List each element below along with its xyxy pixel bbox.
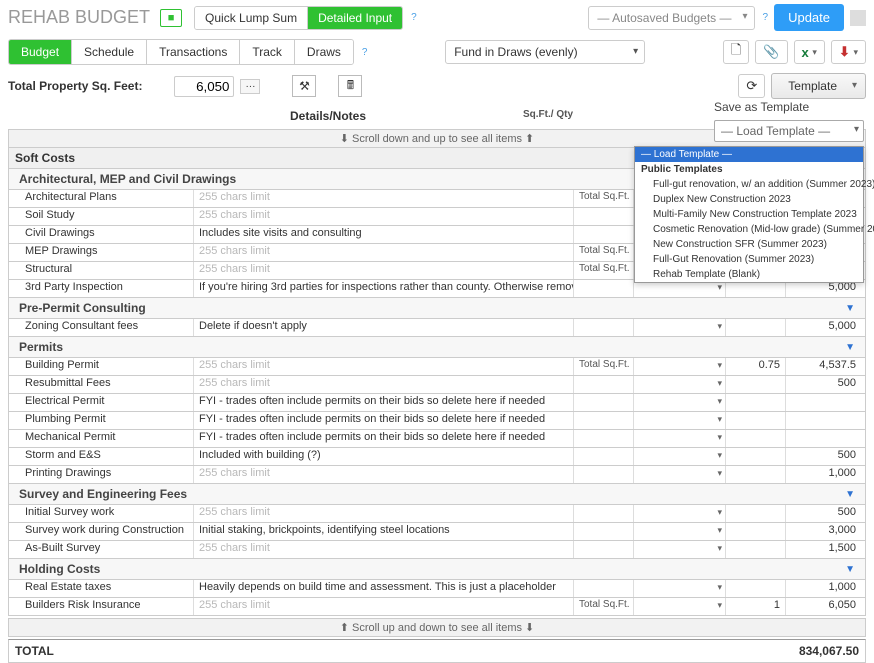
tab-transactions[interactable]: Transactions (147, 40, 240, 64)
col-details: Details/Notes (198, 109, 458, 123)
subsection-permits[interactable]: Permits ▼ (8, 337, 866, 358)
tab-schedule[interactable]: Schedule (72, 40, 147, 64)
help-icon[interactable]: ? (411, 12, 417, 23)
chevron-down-icon[interactable]: ▼ (845, 303, 855, 314)
row-unit: Total Sq.Ft. (574, 190, 634, 207)
main-nav-tabs: Budget Schedule Transactions Track Draws (8, 39, 354, 65)
subsection-survey[interactable]: Survey and Engineering Fees ▼ (8, 484, 866, 505)
subsection-prepermit[interactable]: Pre-Permit Consulting ▼ (8, 298, 866, 319)
dropdown-item[interactable]: Rehab Template (Blank) (635, 267, 863, 282)
load-template-select[interactable]: — Load Template — (714, 120, 864, 142)
total-row: TOTAL 834,067.50 (8, 639, 866, 663)
table-row: Builders Risk Insurance 255 chars limit … (8, 598, 866, 616)
dropdown-header-public: Public Templates (635, 162, 863, 177)
template-button[interactable]: Template (771, 73, 866, 99)
calculator-icon[interactable]: 🖩 (338, 75, 362, 97)
save-template-panel: Save as Template — Load Template — (714, 100, 864, 142)
subsection-holding[interactable]: Holding Costs ▼ (8, 559, 866, 580)
total-label: TOTAL (15, 644, 54, 658)
dropdown-item-selected[interactable]: — Load Template — (635, 147, 863, 162)
table-row: Resubmittal Fees 255 chars limit 500 (8, 376, 866, 394)
dropdown-item[interactable]: Duplex New Construction 2023 (635, 192, 863, 207)
chevron-down-icon[interactable]: ▼ (845, 489, 855, 500)
help-icon[interactable]: ? (763, 12, 769, 23)
total-sqft-input[interactable] (174, 76, 234, 97)
table-row: Initial Survey work 255 chars limit 500 (8, 505, 866, 523)
video-icon[interactable]: ■ (160, 9, 182, 27)
table-row: Building Permit 255 chars limit Total Sq… (8, 358, 866, 376)
table-row: Storm and E&S Included with building (?)… (8, 448, 866, 466)
scroll-hint-bottom: ⬆ Scroll up and down to see all items ⬇ (8, 618, 866, 637)
excel-export-icon[interactable]: x ▾ (794, 40, 825, 64)
help-icon[interactable]: ? (362, 47, 368, 58)
tab-draws[interactable]: Draws (295, 40, 353, 64)
sqft-edit-button[interactable]: ··· (240, 79, 260, 94)
dropdown-item[interactable]: Full-gut renovation, w/ an addition (Sum… (635, 177, 863, 192)
table-row: Electrical Permit FYI - trades often inc… (8, 394, 866, 412)
dropdown-item[interactable]: New Construction SFR (Summer 2023) (635, 237, 863, 252)
dropdown-item[interactable]: Cosmetic Renovation (Mid-low grade) (Sum… (635, 222, 863, 237)
dropdown-item[interactable]: Full-Gut Renovation (Summer 2023) (635, 252, 863, 267)
row-name[interactable]: Architectural Plans (9, 190, 194, 207)
save-template-label: Save as Template (714, 100, 864, 114)
chevron-down-icon[interactable]: ▼ (845, 342, 855, 353)
table-row: Zoning Consultant fees Delete if doesn't… (8, 319, 866, 337)
table-row: Survey work during Construction Initial … (8, 523, 866, 541)
total-sqft-label: Total Property Sq. Feet: (8, 79, 142, 93)
refresh-icon[interactable]: ⟳ (738, 74, 765, 98)
tab-track[interactable]: Track (240, 40, 295, 64)
col-sqftqty: Sq.Ft./ Qty (458, 109, 638, 123)
new-page-icon[interactable]: 🗋 (723, 40, 749, 64)
dropdown-item[interactable]: Multi-Family New Construction Template 2… (635, 207, 863, 222)
table-row: As-Built Survey 255 chars limit 1,500 (8, 541, 866, 559)
table-row: Plumbing Permit FYI - trades often inclu… (8, 412, 866, 430)
chevron-down-icon[interactable]: ▼ (845, 564, 855, 575)
tab-quick-lump-sum[interactable]: Quick Lump Sum (195, 7, 308, 29)
table-row: Real Estate taxes Heavily depends on bui… (8, 580, 866, 598)
attachment-icon[interactable]: 📎 (755, 40, 787, 64)
total-value: 834,067.50 (799, 644, 859, 658)
page-title: REHAB BUDGET (8, 7, 150, 28)
gavel-icon[interactable]: ⚒ (292, 75, 316, 97)
autosaved-budgets-select[interactable]: — Autosaved Budgets — (588, 6, 754, 30)
tab-budget[interactable]: Budget (9, 40, 72, 64)
table-row: Mechanical Permit FYI - trades often inc… (8, 430, 866, 448)
window-icon[interactable] (850, 10, 866, 26)
input-mode-tabs: Quick Lump Sum Detailed Input (194, 6, 403, 30)
template-dropdown-open: — Load Template — Public Templates Full-… (634, 146, 864, 283)
pdf-export-icon[interactable]: ⬇ ▾ (831, 40, 866, 64)
fund-select[interactable]: Fund in Draws (evenly) (445, 40, 645, 64)
update-button[interactable]: Update (774, 4, 844, 31)
table-row: Printing Drawings 255 chars limit 1,000 (8, 466, 866, 484)
row-details[interactable]: 255 chars limit (194, 190, 574, 207)
tab-detailed-input[interactable]: Detailed Input (308, 7, 402, 29)
